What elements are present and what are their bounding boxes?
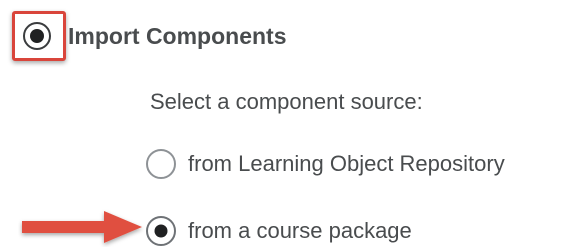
learning-object-repository-label[interactable]: from Learning Object Repository <box>188 150 505 178</box>
radio-selected-dot <box>30 29 44 43</box>
course-package-radio[interactable] <box>146 216 176 246</box>
component-source-prompt: Select a component source: <box>150 89 423 114</box>
learning-object-repository-radio[interactable] <box>146 149 176 179</box>
import-components-radio[interactable] <box>23 22 51 50</box>
import-components-label[interactable]: Import Components <box>68 22 287 50</box>
radio-selected-dot <box>154 224 168 238</box>
arrow-right-icon <box>22 211 142 243</box>
course-package-label[interactable]: from a course package <box>188 217 412 245</box>
